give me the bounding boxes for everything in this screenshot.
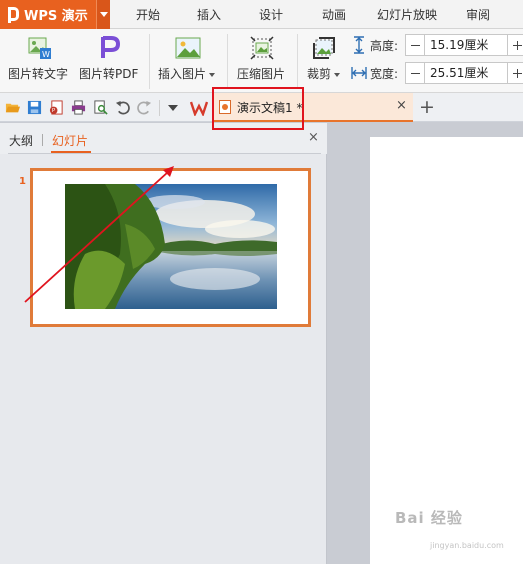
- close-tab-icon[interactable]: ×: [396, 98, 407, 113]
- height-control: 高度: 15.19厘米: [349, 34, 523, 56]
- image-to-pdf-button[interactable]: 图片转PDF: [79, 29, 141, 91]
- height-decrease-button[interactable]: [405, 34, 425, 56]
- redo-icon[interactable]: [137, 100, 152, 115]
- picture-icon: [175, 37, 201, 59]
- customize-toolbar-icon[interactable]: [167, 103, 179, 113]
- save-icon[interactable]: [27, 100, 42, 115]
- menu-insert[interactable]: 插入: [188, 0, 230, 29]
- width-control: 宽度: 25.51厘米: [349, 62, 523, 84]
- print-icon[interactable]: [71, 100, 86, 115]
- svg-text:W: W: [42, 50, 50, 59]
- tab-divider: [42, 134, 43, 146]
- width-icon: [351, 67, 367, 79]
- watermark: Bai 经验: [395, 509, 463, 527]
- image-to-text-icon: W: [28, 37, 51, 59]
- width-input[interactable]: 25.51厘米: [424, 62, 508, 84]
- image-to-pdf-label: 图片转PDF: [79, 67, 139, 81]
- ribbon: W 图片转文字 图片转PDF 插入图片 压缩图片 裁剪 高度: 15.19厘米 …: [0, 29, 523, 93]
- watermark-url: jingyan.baidu.com: [430, 541, 504, 550]
- slide-thumbnail[interactable]: [30, 168, 311, 327]
- width-label: 宽度:: [370, 67, 399, 81]
- tab-outline[interactable]: 大纲: [9, 132, 33, 149]
- close-pane-icon[interactable]: ×: [308, 130, 319, 145]
- pane-divider: [8, 153, 321, 154]
- wps-logo-icon: [7, 6, 19, 23]
- image-to-text-button[interactable]: W 图片转文字: [8, 29, 70, 91]
- height-label: 高度:: [370, 39, 399, 53]
- slide-number: 1: [19, 176, 26, 187]
- undo-icon[interactable]: [115, 100, 130, 115]
- ribbon-divider: [227, 34, 228, 89]
- new-tab-button[interactable]: +: [419, 95, 435, 119]
- open-folder-icon[interactable]: [5, 100, 20, 115]
- menu-home[interactable]: 开始: [127, 0, 169, 29]
- app-menu-dropdown[interactable]: [96, 0, 110, 29]
- chevron-down-icon: [334, 72, 341, 77]
- toolbar-divider: [159, 100, 160, 116]
- width-increase-button[interactable]: [507, 62, 523, 84]
- slide-canvas[interactable]: [370, 137, 523, 564]
- slides-pane: 大纲 幻灯片 × 1: [0, 123, 327, 564]
- height-increase-button[interactable]: [507, 34, 523, 56]
- tab-slides[interactable]: 幻灯片: [52, 132, 88, 149]
- ribbon-divider: [297, 34, 298, 89]
- export-pdf-icon[interactable]: P: [49, 100, 64, 115]
- height-input[interactable]: 15.19厘米: [424, 34, 508, 56]
- highlight-box: [212, 87, 304, 130]
- image-to-text-label: 图片转文字: [8, 67, 69, 81]
- height-icon: [354, 36, 364, 54]
- chevron-down-icon: [209, 72, 216, 77]
- crop-button[interactable]: 裁剪: [305, 29, 345, 91]
- crop-text: 裁剪: [307, 67, 332, 81]
- menu-review[interactable]: 审阅: [457, 0, 499, 29]
- compress-picture-button[interactable]: 压缩图片: [237, 29, 289, 91]
- insert-picture-text: 插入图片: [158, 67, 207, 81]
- menu-design[interactable]: 设计: [250, 0, 292, 29]
- wps-home-icon[interactable]: [190, 100, 208, 116]
- lake-landscape-photo: [65, 184, 277, 309]
- insert-picture-button[interactable]: 插入图片: [158, 29, 220, 91]
- menu-animation[interactable]: 动画: [313, 0, 355, 29]
- print-preview-icon[interactable]: [93, 100, 108, 115]
- ribbon-divider: [149, 34, 150, 89]
- crop-label: 裁剪: [307, 65, 341, 82]
- crop-icon: [313, 37, 335, 59]
- width-decrease-button[interactable]: [405, 62, 425, 84]
- app-menu-button[interactable]: WPS 演示: [0, 0, 96, 29]
- pdf-icon: [101, 36, 121, 58]
- app-name: WPS 演示: [24, 9, 88, 24]
- slide-canvas-area: [328, 123, 523, 564]
- menu-slideshow[interactable]: 幻灯片放映: [372, 0, 442, 29]
- compress-icon: [250, 36, 274, 60]
- compress-picture-label: 压缩图片: [237, 67, 286, 81]
- insert-picture-label: 插入图片: [158, 65, 216, 82]
- menu-bar: WPS 演示 开始 插入 设计 动画 幻灯片放映 审阅: [0, 0, 523, 29]
